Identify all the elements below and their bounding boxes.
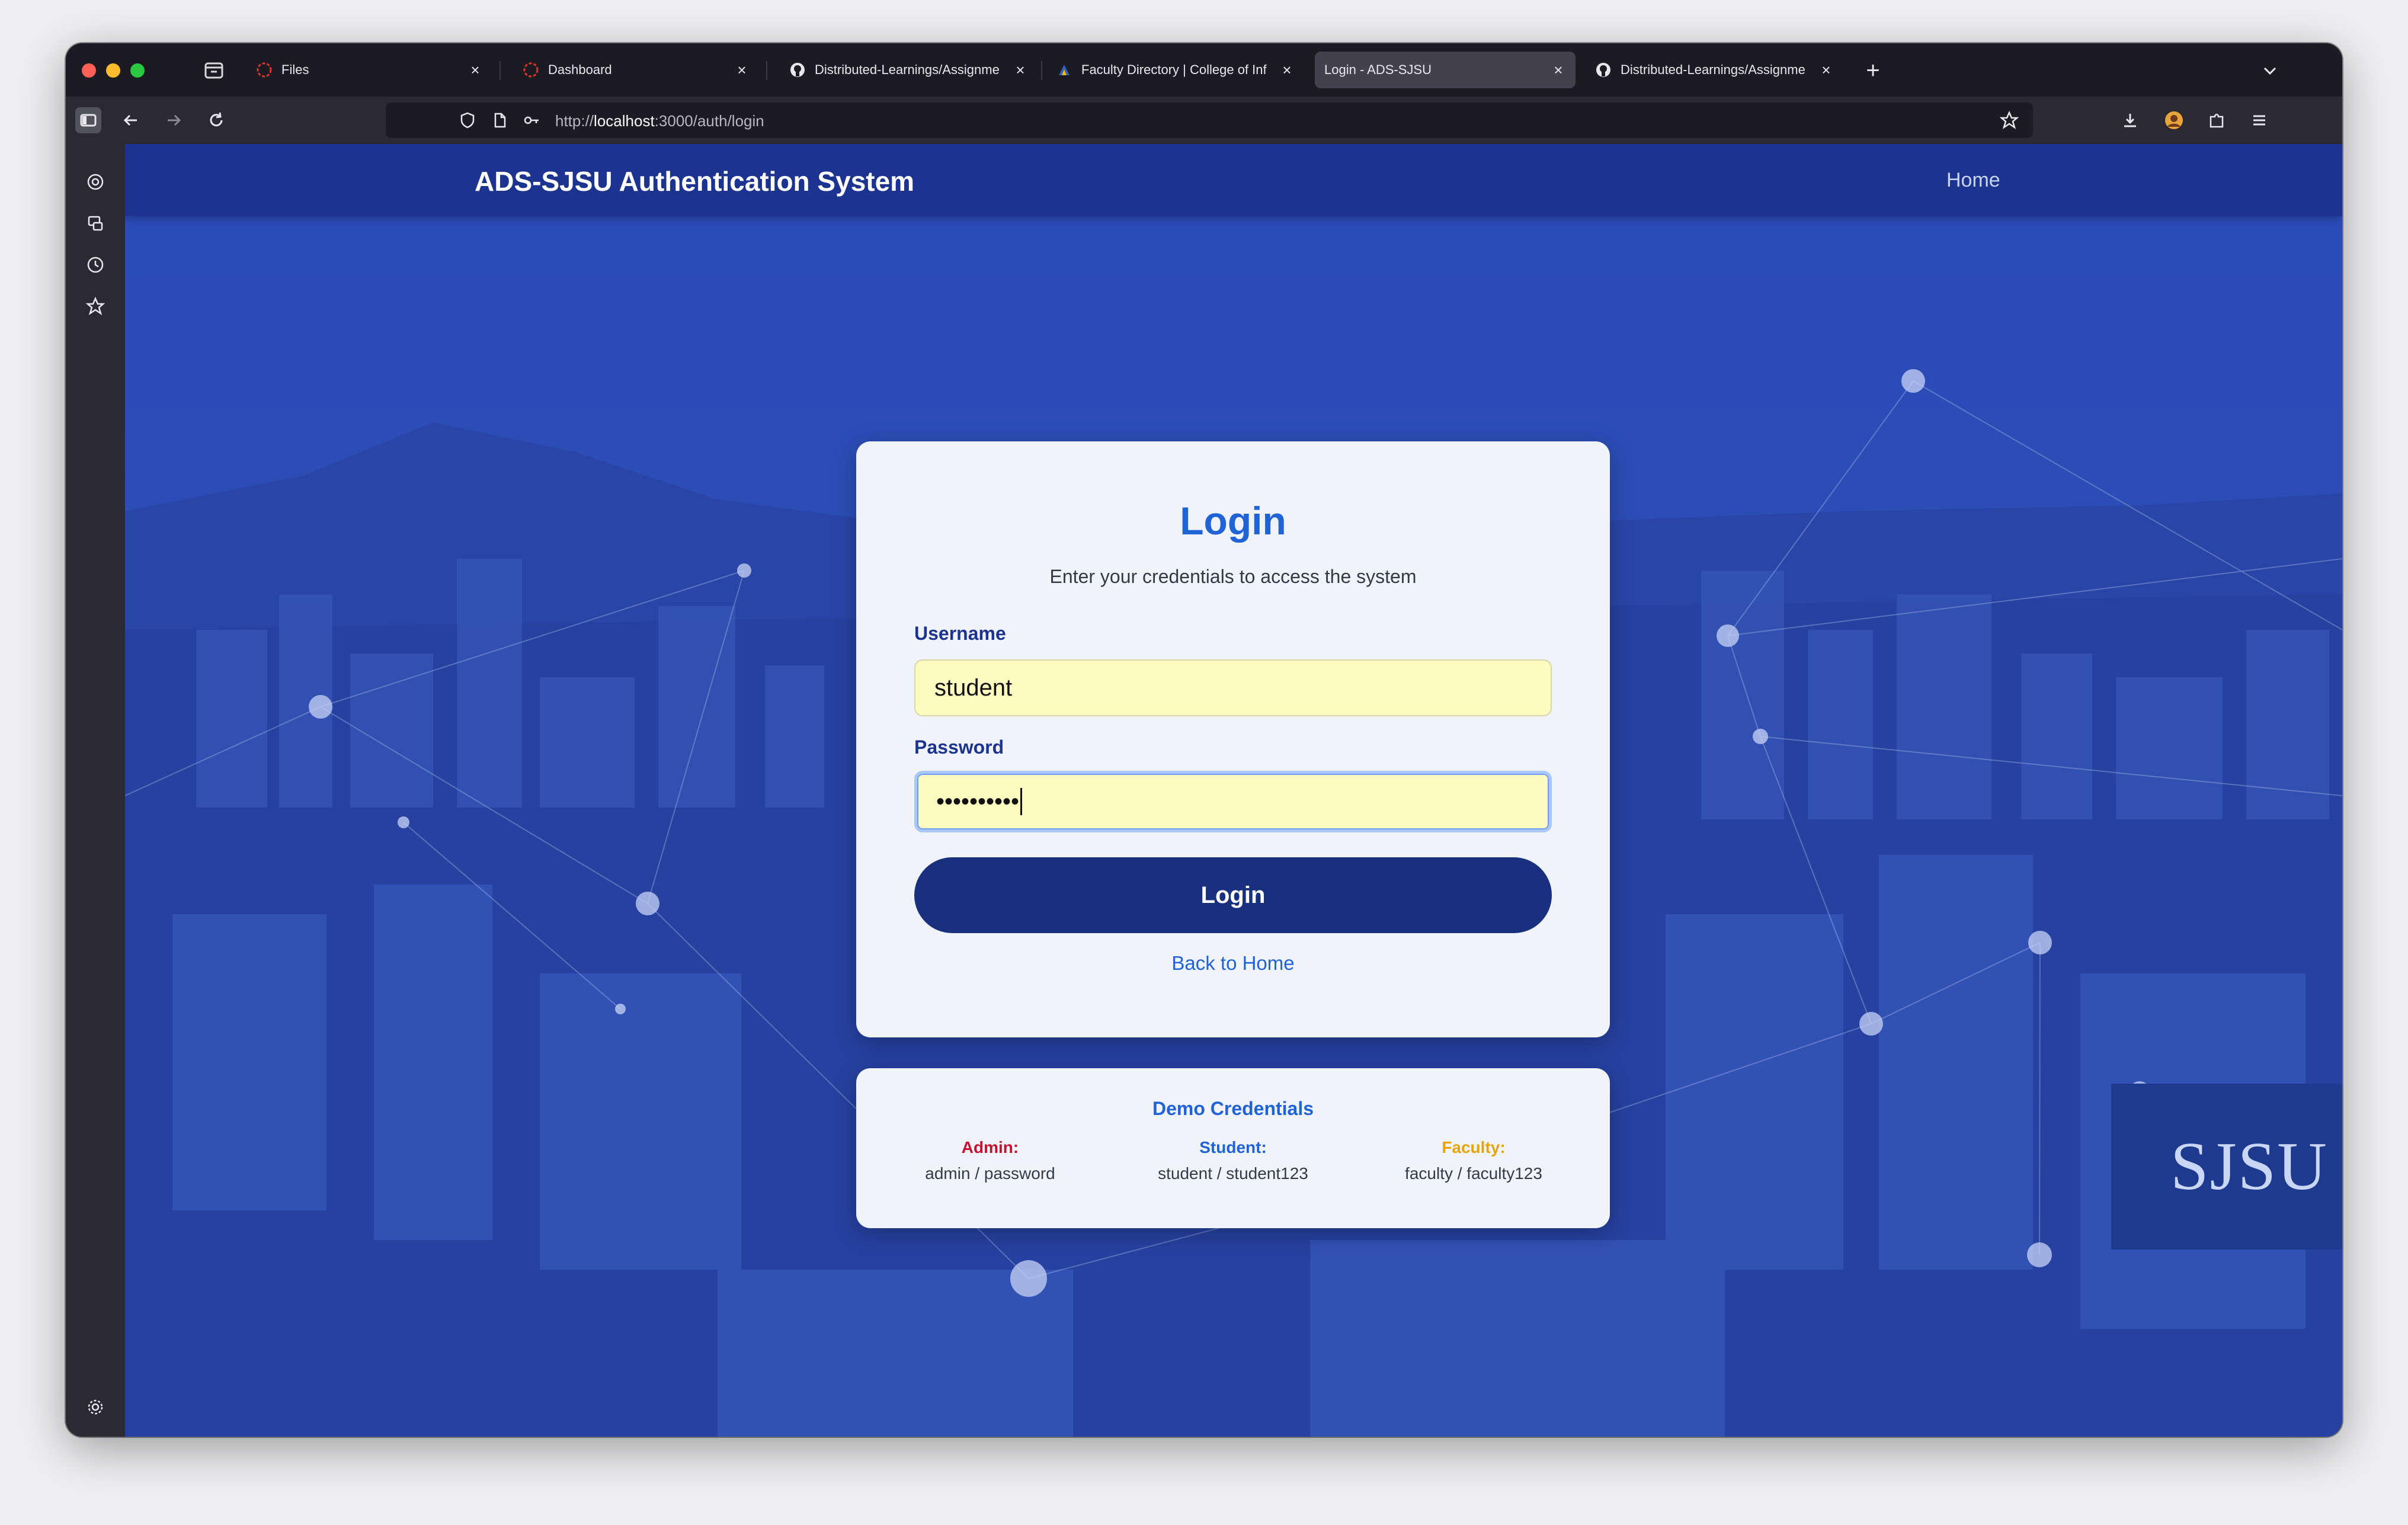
key-icon[interactable] [520, 108, 543, 132]
forward-arrow-icon[interactable] [161, 107, 187, 133]
tab-title: Dashboard [548, 62, 612, 77]
close-tab-icon[interactable]: × [1817, 61, 1835, 79]
tab-faculty-directory[interactable]: Faculty Directory | College of Inf × [1043, 52, 1304, 88]
tab-title: Distributed-Learnings/Assignme [815, 62, 1000, 77]
bookmarks-star-icon[interactable] [82, 293, 108, 319]
sjsu-logo-banner: SJSU [2111, 1084, 2342, 1250]
shield-icon[interactable] [456, 108, 479, 132]
nav-home-link[interactable]: Home [1946, 169, 2000, 192]
demo-credential-value: admin / password [925, 1164, 1055, 1183]
close-tab-icon[interactable]: × [1278, 61, 1296, 79]
address-bar[interactable]: http://localhost:3000/auth/login [386, 102, 2033, 138]
back-to-home-link[interactable]: Back to Home [856, 952, 1610, 975]
sjsu-logo-text: SJSU [2170, 1128, 2328, 1204]
tab-title: Files [281, 62, 309, 77]
tab-login-active[interactable]: Login - ADS-SJSU × [1315, 52, 1576, 88]
close-tab-icon[interactable]: × [733, 61, 751, 79]
login-heading: Login [1180, 499, 1286, 543]
demo-role-label: Student: [1199, 1138, 1267, 1156]
password-value: •••••••••• [936, 788, 1020, 815]
close-window-button[interactable] [82, 63, 96, 78]
refresh-ring-icon [254, 60, 274, 80]
browser-sidebar [66, 144, 125, 1437]
url-path: :3000/auth/login [654, 112, 764, 130]
tab-files[interactable]: Files × [244, 52, 492, 88]
login-card: Login Enter your credentials to access t… [856, 441, 1610, 1037]
college-icon [1054, 60, 1074, 80]
tab-title: Distributed-Learnings/Assignme [1621, 62, 1805, 77]
tab-github-2[interactable]: Distributed-Learnings/Assignme × [1583, 52, 1843, 88]
site-title[interactable]: ADS-SJSU Authentication System [475, 165, 914, 197]
demo-credential-value: faculty / faculty123 [1405, 1164, 1542, 1183]
refresh-ring-icon [521, 60, 541, 80]
reload-icon[interactable] [203, 107, 229, 133]
back-arrow-icon[interactable] [118, 107, 144, 133]
back-to-home-text[interactable]: Back to Home [1171, 952, 1294, 974]
sidebar-toggle-icon[interactable] [75, 107, 101, 133]
ai-chatbot-icon[interactable] [82, 169, 108, 195]
username-label: Username [914, 623, 1006, 644]
hamburger-menu-icon[interactable] [2246, 107, 2272, 133]
browser-window: Files × Dashboard × Distributed-Learning… [66, 43, 2342, 1437]
minimize-window-button[interactable] [106, 63, 120, 78]
web-page: SJSU ADS-SJSU Authentication System Home… [125, 144, 2342, 1437]
tab-title: Login - ADS-SJSU [1324, 62, 1432, 77]
tab-divider [766, 61, 767, 80]
url-text[interactable]: http://localhost:3000/auth/login [555, 112, 764, 130]
close-tab-icon[interactable]: × [1011, 61, 1029, 79]
demo-credential-faculty: Faculty: faculty / faculty123 [1355, 1138, 1592, 1183]
url-scheme: http:// [555, 112, 594, 130]
demo-credential-admin: Admin: admin / password [872, 1138, 1109, 1183]
tab-strip: Files × Dashboard × Distributed-Learning… [66, 43, 2342, 97]
password-label: Password [914, 736, 1004, 758]
username-input[interactable]: student [914, 659, 1552, 716]
demo-role-label: Faculty: [1442, 1138, 1506, 1156]
history-clock-icon[interactable] [82, 252, 108, 278]
text-caret [1020, 788, 1023, 815]
close-tab-icon[interactable]: × [466, 61, 484, 79]
github-icon [787, 60, 808, 80]
tab-github-1[interactable]: Distributed-Learnings/Assignme × [777, 52, 1038, 88]
demo-role-label: Admin: [961, 1138, 1019, 1156]
site-header: ADS-SJSU Authentication System Home [125, 144, 2342, 216]
demo-credentials-card: Demo Credentials Admin: admin / password… [856, 1068, 1610, 1228]
new-tab-button[interactable]: + [1860, 57, 1886, 84]
login-subtitle: Enter your credentials to access the sys… [1049, 566, 1417, 587]
navigation-toolbar: http://localhost:3000/auth/login [66, 97, 2342, 144]
demo-credential-value: student / student123 [1158, 1164, 1308, 1183]
tab-divider [499, 61, 501, 80]
settings-gear-icon[interactable] [82, 1394, 108, 1420]
tab-divider [1041, 61, 1042, 80]
download-icon[interactable] [2117, 107, 2143, 133]
account-avatar-icon[interactable] [2161, 107, 2187, 133]
page-icon[interactable] [488, 108, 511, 132]
extensions-puzzle-icon[interactable] [2204, 107, 2230, 133]
synced-tabs-icon[interactable] [82, 210, 108, 236]
tab-dashboard[interactable]: Dashboard × [510, 52, 759, 88]
tab-title: Faculty Directory | College of Inf [1081, 62, 1267, 77]
url-host: localhost [594, 112, 655, 130]
demo-credentials-title: Demo Credentials [1152, 1098, 1314, 1119]
demo-credential-student: Student: student / student123 [1115, 1138, 1352, 1183]
login-submit-button[interactable]: Login [914, 857, 1552, 933]
github-icon [1593, 60, 1613, 80]
close-tab-icon[interactable]: × [1549, 61, 1567, 79]
tab-overview-icon[interactable] [202, 59, 226, 82]
chevron-down-icon[interactable] [2258, 59, 2282, 82]
username-value: student [934, 674, 1013, 701]
password-input[interactable]: •••••••••• [914, 771, 1552, 832]
zoom-window-button[interactable] [130, 63, 145, 78]
bookmark-star-icon[interactable] [1997, 108, 2021, 132]
